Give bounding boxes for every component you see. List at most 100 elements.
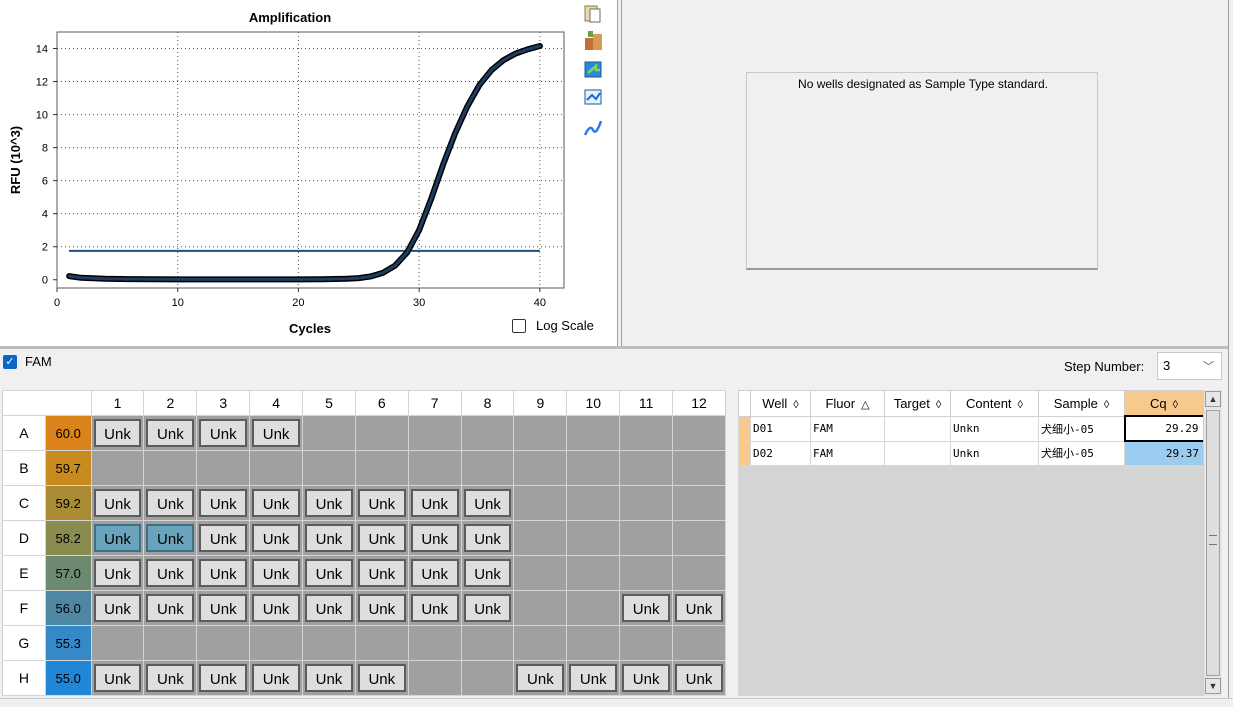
copy-icon[interactable] (584, 5, 601, 23)
plate-well[interactable]: Unk (407, 485, 462, 521)
results-column-header[interactable]: Target ◊ (884, 390, 951, 417)
sort-icon[interactable]: ◊ (1104, 399, 1109, 411)
plate-well[interactable]: Unk (249, 485, 304, 521)
plate-column-header[interactable]: 9 (513, 390, 568, 416)
plate-row-header[interactable]: B (2, 450, 46, 486)
plate-column-header[interactable]: 2 (143, 390, 198, 416)
plate-well[interactable]: Unk (354, 520, 409, 556)
empty-well[interactable] (672, 415, 726, 451)
plate-column-header[interactable]: 12 (672, 390, 726, 416)
plate-well[interactable]: Unk (249, 555, 304, 591)
sort-icon[interactable]: ◊ (1018, 399, 1023, 411)
plate-well[interactable]: Unk (143, 520, 198, 556)
empty-well[interactable] (143, 450, 198, 486)
empty-well[interactable] (566, 520, 621, 556)
plate-column-header[interactable]: 7 (407, 390, 462, 416)
plate-well[interactable]: Unk (143, 590, 198, 626)
scrollbar-thumb[interactable] (1206, 410, 1220, 676)
table-row[interactable]: D01 FAM Unkn 犬细小-05 29.29 (738, 415, 1205, 442)
curve-icon[interactable] (583, 120, 603, 136)
plate-well[interactable]: Unk (460, 485, 515, 521)
plate-well[interactable]: Unk (354, 660, 409, 696)
empty-well[interactable] (513, 520, 568, 556)
plate-well[interactable]: Unk (460, 520, 515, 556)
scroll-up-icon[interactable]: ▲ (1205, 391, 1221, 407)
empty-well[interactable] (354, 415, 409, 451)
empty-well[interactable] (302, 415, 356, 451)
plate-corner[interactable] (2, 390, 92, 416)
row-header[interactable] (738, 415, 751, 442)
empty-well[interactable] (460, 415, 515, 451)
empty-well[interactable] (513, 555, 568, 591)
plate-column-header[interactable]: 3 (196, 390, 251, 416)
empty-well[interactable] (90, 450, 145, 486)
plate-well[interactable]: Unk (143, 660, 198, 696)
empty-well[interactable] (302, 625, 356, 661)
empty-well[interactable] (143, 625, 198, 661)
empty-well[interactable] (566, 590, 621, 626)
cell-fluor[interactable]: FAM (810, 415, 885, 442)
results-column-header[interactable]: Cq ◊ (1124, 390, 1204, 417)
results-column-header[interactable]: Fluor △ (810, 390, 885, 417)
plate-well[interactable]: Unk (619, 660, 674, 696)
plate-column-header[interactable]: 4 (249, 390, 304, 416)
plate-row-header[interactable]: A (2, 415, 46, 451)
plate-well[interactable]: Unk (354, 485, 409, 521)
plate-well[interactable]: Unk (513, 660, 568, 696)
plate-row-header[interactable]: C (2, 485, 46, 521)
plate-row-header[interactable]: D (2, 520, 46, 556)
table-row[interactable]: D02 FAM Unkn 犬细小-05 29.37 (738, 440, 1204, 466)
plate-well[interactable]: Unk (90, 660, 145, 696)
plate-well[interactable]: Unk (566, 660, 621, 696)
plate-well[interactable]: Unk (460, 590, 515, 626)
plate-well[interactable]: Unk (302, 485, 356, 521)
cell-well[interactable]: D02 (750, 440, 811, 466)
plate-well[interactable]: Unk (90, 555, 145, 591)
empty-well[interactable] (619, 520, 674, 556)
sort-icon[interactable]: ◊ (793, 399, 798, 411)
empty-well[interactable] (619, 415, 674, 451)
plate-column-header[interactable]: 1 (90, 390, 145, 416)
plate-column-header[interactable]: 5 (302, 390, 356, 416)
plate-column-header[interactable]: 11 (619, 390, 674, 416)
plate-well[interactable]: Unk (196, 485, 251, 521)
cell-content[interactable]: Unkn (950, 415, 1039, 442)
amplification-chart[interactable]: Amplification 0 10 20 30 40 0 2 4 6 8 10 12 14 Cycle… (0, 0, 617, 346)
plate-well[interactable]: Unk (196, 660, 251, 696)
refresh-icon[interactable] (584, 61, 602, 78)
empty-well[interactable] (566, 485, 621, 521)
plate-well[interactable]: Unk (90, 590, 145, 626)
plate-well[interactable]: Unk (302, 590, 356, 626)
plate-row-header[interactable]: F (2, 590, 46, 626)
plate-well[interactable]: Unk (672, 590, 726, 626)
sort-icon[interactable]: △ (861, 399, 869, 411)
plate-column-header[interactable]: 6 (354, 390, 409, 416)
empty-well[interactable] (407, 450, 462, 486)
plate-row-header[interactable]: E (2, 555, 46, 591)
empty-well[interactable] (513, 590, 568, 626)
results-scrollbar[interactable]: ▲ ▼ (1203, 390, 1222, 696)
plate-well[interactable]: Unk (249, 520, 304, 556)
sort-icon[interactable]: ◊ (1173, 399, 1178, 411)
plate-well[interactable]: Unk (249, 660, 304, 696)
plate-well[interactable]: Unk (619, 590, 674, 626)
plate-column-header[interactable]: 8 (460, 390, 515, 416)
plate-well[interactable]: Unk (196, 555, 251, 591)
results-column-header[interactable]: Well ◊ (750, 390, 811, 417)
cell-cq[interactable]: 29.37 (1124, 440, 1204, 466)
empty-well[interactable] (249, 450, 304, 486)
plate-well[interactable]: Unk (90, 485, 145, 521)
empty-well[interactable] (407, 625, 462, 661)
empty-well[interactable] (672, 450, 726, 486)
log-scale-checkbox[interactable] (512, 319, 526, 333)
plate-well[interactable]: Unk (90, 520, 145, 556)
plate-well[interactable]: Unk (143, 555, 198, 591)
empty-well[interactable] (566, 450, 621, 486)
fam-checkbox[interactable]: ✓ (3, 355, 17, 369)
empty-well[interactable] (249, 625, 304, 661)
results-column-header[interactable]: Sample ◊ (1038, 390, 1125, 417)
empty-well[interactable] (566, 555, 621, 591)
plate-well[interactable]: Unk (354, 590, 409, 626)
cell-well[interactable]: D01 (750, 415, 811, 442)
empty-well[interactable] (302, 450, 356, 486)
